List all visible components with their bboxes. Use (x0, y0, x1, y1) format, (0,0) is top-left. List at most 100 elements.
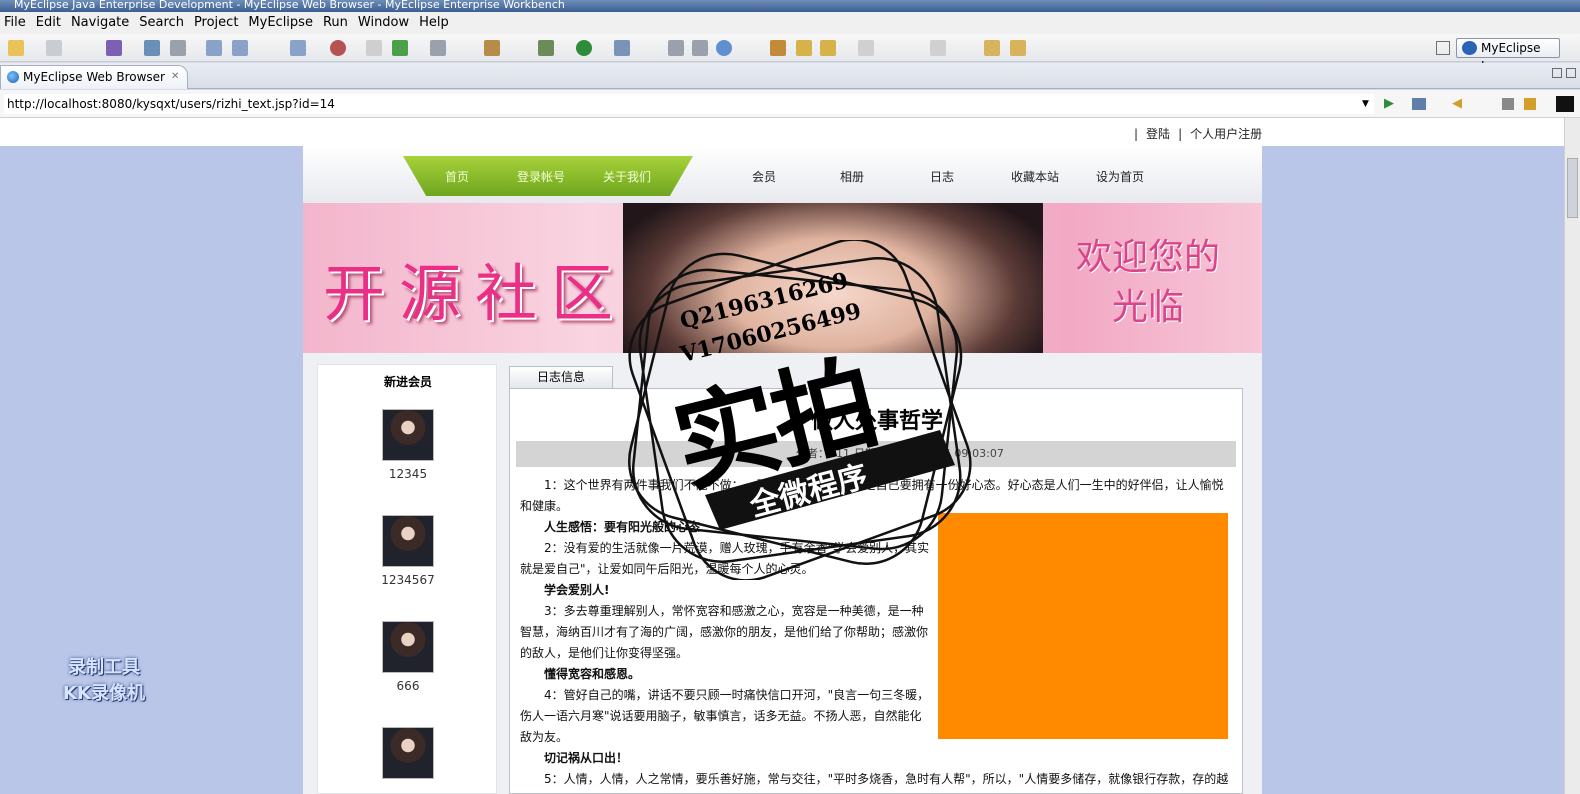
close-icon[interactable]: ✕ (171, 66, 179, 88)
folder-icon[interactable] (820, 40, 836, 56)
menu-help[interactable]: Help (415, 12, 455, 34)
prev-annotation-icon[interactable] (930, 40, 946, 56)
member-name[interactable]: 12345 (318, 467, 498, 481)
perspective-button[interactable]: MyEclipse J... (1456, 38, 1560, 73)
browser-tools-icon[interactable] (1412, 98, 1426, 110)
page-background-right (1262, 146, 1564, 794)
main-toolbar (0, 34, 1580, 62)
refresh-page-icon[interactable] (1524, 98, 1536, 110)
back-icon[interactable] (984, 40, 1000, 56)
search-icon[interactable] (796, 40, 812, 56)
myeclipse-icon (1462, 41, 1477, 55)
menu-search[interactable]: Search (135, 12, 190, 34)
new-members-title: 新进会员 (383, 375, 432, 389)
banner-greeting-line2: 光临 (1111, 287, 1184, 328)
external-tools-icon[interactable] (614, 40, 630, 56)
member-item[interactable] (318, 727, 498, 785)
builder-icon[interactable] (484, 40, 500, 56)
package-icon[interactable] (106, 40, 122, 56)
top-link-separator: | (1178, 127, 1183, 141)
paragraph-heading: 懂得宽容和感恩。 (544, 667, 641, 681)
stop-icon[interactable] (330, 40, 346, 56)
deploy-icon[interactable] (144, 40, 160, 56)
register-link[interactable]: 个人用户注册 (1190, 127, 1262, 141)
open-perspective-icon[interactable] (1436, 41, 1450, 55)
window-title: MyEclipse Java Enterprise Development - … (0, 0, 1580, 12)
nav-members[interactable]: 会员 (752, 168, 776, 185)
globe-icon (7, 71, 19, 83)
chevron-down-icon[interactable]: ▼ (1362, 99, 1369, 109)
tab-log-info[interactable]: 日志信息 (509, 366, 613, 388)
paragraph: 4：管好自己的嘴，讲话不要只顾一时痛快信口开河，"良言一句三冬暖，伤人一语六月寒… (520, 688, 930, 744)
new-icon[interactable] (8, 40, 24, 56)
paragraph: 3：多去尊重理解别人，常怀宽容和感激之心，宽容是一种美德，是一种智慧，海纳百川才… (520, 604, 929, 660)
menu-project[interactable]: Project (190, 12, 244, 34)
scrollbar-thumb[interactable] (1567, 158, 1578, 218)
console-icon[interactable] (430, 40, 446, 56)
menu-file[interactable]: File (0, 12, 32, 34)
watermark-stamp: Q2196316269 V17060256499 实拍 全微程序 (610, 240, 990, 580)
nav-home[interactable]: 首页 (445, 168, 469, 185)
sync-icon[interactable] (668, 40, 684, 56)
nav-bookmark[interactable]: 收藏本站 (1011, 168, 1059, 185)
edit-icon[interactable] (206, 40, 222, 56)
nav-logs[interactable]: 日志 (930, 168, 954, 185)
avatar[interactable] (382, 409, 434, 461)
server-icon[interactable] (170, 40, 186, 56)
go-icon[interactable]: ▶ (1384, 96, 1394, 111)
nav-albums[interactable]: 相册 (840, 168, 864, 185)
refactor-icon[interactable] (232, 40, 248, 56)
open-file-icon[interactable] (290, 40, 306, 56)
tab-label: MyEclipse Web Browser (23, 70, 165, 84)
member-name[interactable]: 666 (318, 679, 498, 693)
top-link-separator: | (1134, 127, 1139, 141)
menu-myeclipse[interactable]: MyEclipse (244, 12, 319, 34)
recorder-line1: 录制工具 (68, 657, 140, 678)
member-item[interactable]: 12345 (318, 409, 498, 481)
nav-set-homepage[interactable]: 设为首页 (1096, 168, 1144, 185)
menu-run[interactable]: Run (319, 12, 354, 34)
member-item[interactable]: 666 (318, 621, 498, 693)
member-item[interactable]: 1234567 (318, 515, 498, 587)
run-icon[interactable] (576, 40, 592, 56)
member-name[interactable]: 1234567 (318, 573, 498, 587)
banner-greeting-line1: 欢迎您的 (1075, 237, 1220, 278)
avatar[interactable] (382, 515, 434, 567)
paragraph-heading: 学会爱别人! (544, 583, 610, 597)
vertical-scrollbar[interactable] (1564, 118, 1580, 794)
open-type-icon[interactable] (770, 40, 786, 56)
tab-web-browser[interactable]: MyEclipse Web Browser ✕ (0, 65, 188, 89)
nav-login-account[interactable]: 登录帐号 (517, 168, 565, 185)
top-links: | 登陆 | 个人用户注册 (1130, 125, 1266, 142)
avatar[interactable] (382, 621, 434, 673)
refresh-icon[interactable] (716, 40, 732, 56)
minimize-icon[interactable] (1552, 68, 1562, 78)
back-arrow-icon[interactable]: ◀ (1452, 96, 1462, 111)
wizard-icon[interactable] (366, 40, 382, 56)
menu-edit[interactable]: Edit (32, 12, 67, 34)
avatar[interactable] (382, 727, 434, 779)
menu-navigate[interactable]: Navigate (67, 12, 135, 34)
banner-title: 开源社区 (323, 257, 628, 330)
menu-bar: File Edit Navigate Search Project MyEcli… (0, 12, 1580, 34)
editor-tab-bar: MyEclipse Web Browser ✕ (0, 63, 1580, 89)
menu-window[interactable]: Window (354, 12, 415, 34)
url-input[interactable]: http://localhost:8080/kysqxt/users/rizhi… (4, 94, 1374, 114)
save-icon[interactable] (46, 40, 62, 56)
debug-icon[interactable] (538, 40, 554, 56)
grid-icon[interactable] (692, 40, 708, 56)
maximize-icon[interactable] (1566, 68, 1576, 78)
tomcat-icon[interactable] (392, 40, 408, 56)
forward-icon[interactable] (1010, 40, 1026, 56)
stop-loading-icon[interactable] (1502, 98, 1514, 110)
nav-about[interactable]: 关于我们 (603, 168, 651, 185)
new-members-panel: 新进会员 12345 1234567 666 (317, 364, 497, 794)
annotation-icon[interactable] (858, 40, 874, 56)
console-view-icon[interactable] (1556, 96, 1574, 112)
paragraph: 5：人情，人情，人之常情，要乐善好施，常与交往，"平时多烧香，急时有人帮"，所以… (544, 772, 1229, 786)
recorder-line2: KK录像机 (63, 683, 145, 704)
paragraph-heading: 切记祸从口出！ (544, 751, 629, 765)
banner-greeting: 欢迎您的 光临 (1063, 233, 1233, 333)
site-nav: 首页 登录帐号 关于我们 会员 相册 日志 收藏本站 设为首页 (303, 146, 1262, 203)
login-link[interactable]: 登陆 (1146, 127, 1170, 141)
